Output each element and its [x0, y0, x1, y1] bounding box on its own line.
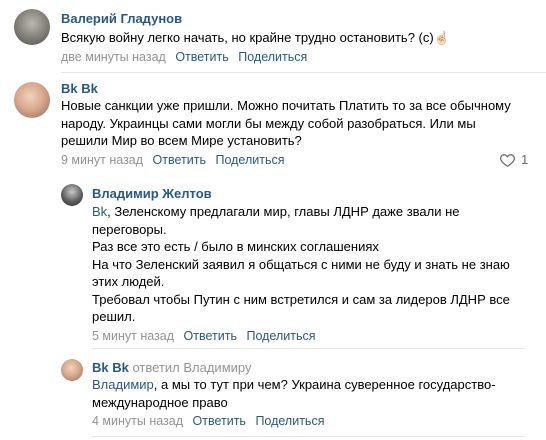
- comment-text: Bk, Зеленскому предлагали мир, главы ЛДН…: [92, 203, 510, 326]
- divider: [92, 436, 526, 437]
- replied-to-label: ответил Владимиру: [132, 360, 252, 375]
- reply-button[interactable]: Ответить: [153, 153, 206, 167]
- comment-author[interactable]: Владимир Желтов: [92, 186, 212, 201]
- comment-text-line: Всякую войну легко начать, но крайне тру…: [61, 30, 450, 45]
- comment-text-line: Новые санкции уже пришли. Можно почитать…: [61, 98, 511, 113]
- share-button[interactable]: Поделиться: [215, 153, 284, 167]
- comment-text-line: решили Мир во всем Мире установить?: [61, 133, 302, 148]
- share-button[interactable]: Поделиться: [246, 329, 315, 343]
- comment-text-line: На что Зеленский заявил я общаться с ним…: [92, 256, 510, 272]
- comment-meta: 5 минут назад Ответить Поделиться: [92, 329, 321, 343]
- comment-meta: 9 минут назад Ответить Поделиться: [61, 153, 290, 167]
- share-button[interactable]: Поделиться: [238, 50, 307, 64]
- comment-meta: две минуты назад Ответить Поделиться: [61, 50, 313, 64]
- comment-time[interactable]: 9 минут назад: [61, 153, 143, 167]
- comment-text: Всякую войну легко начать, но крайне тру…: [61, 29, 450, 47]
- reply: Bk Bk ответил Владимиру Владимир, а мы т…: [0, 350, 546, 440]
- comment-author[interactable]: Валерий Гладунов: [61, 11, 182, 26]
- comment-text: Новые санкции уже пришли. Можно почитать…: [61, 97, 511, 150]
- avatar[interactable]: [61, 359, 83, 381]
- reply: Владимир Желтов Bk, Зеленскому предлагал…: [0, 178, 546, 350]
- share-button[interactable]: Поделиться: [255, 414, 324, 428]
- comment-meta: 4 минуты назад Ответить Поделиться: [92, 414, 330, 428]
- comment-text-line: переговоры.: [92, 221, 167, 237]
- comment: Валерий Гладунов Всякую войну легко нача…: [0, 0, 546, 75]
- divider: [92, 348, 526, 349]
- mention-link[interactable]: Bk: [92, 204, 107, 219]
- comment-text: Владимир, а мы то тут при чем? Украина с…: [92, 376, 496, 411]
- comment-text-line: Bk, Зеленскому предлагали мир, главы ЛДН…: [92, 204, 460, 219]
- reply-button[interactable]: Ответить: [193, 414, 246, 428]
- comment-author[interactable]: Bk Bk: [61, 81, 98, 96]
- comment-time[interactable]: две минуты назад: [61, 50, 166, 64]
- comment-time[interactable]: 4 минуты назад: [92, 414, 183, 428]
- comment-author[interactable]: Bk Bk ответил Владимиру: [92, 360, 251, 375]
- divider: [61, 72, 546, 73]
- like-count: 1: [521, 152, 529, 167]
- reply-button[interactable]: Ответить: [175, 50, 228, 64]
- heart-outline-icon: [500, 153, 515, 167]
- avatar[interactable]: [14, 9, 50, 45]
- avatar[interactable]: [14, 82, 50, 118]
- comment: Bk Bk Новые санкции уже пришли. Можно по…: [0, 75, 546, 175]
- avatar[interactable]: [61, 184, 83, 206]
- like-button[interactable]: 1: [500, 152, 528, 167]
- comment-text-line: Раз все это есть / было в минских соглаш…: [92, 239, 379, 254]
- comment-text-line: решил.: [92, 309, 136, 324]
- comment-text-line: международное право: [92, 394, 228, 410]
- comment-text-line: Требовал чтобы Путин с ним встретился и …: [92, 291, 510, 307]
- mention-link[interactable]: Владимир: [92, 377, 154, 392]
- comment-time[interactable]: 5 минут назад: [92, 329, 174, 343]
- comment-text-line: этих людей.: [92, 274, 165, 289]
- comment-text-line: народу. Украинцы сами могли бы между соб…: [61, 115, 476, 131]
- reply-button[interactable]: Ответить: [184, 329, 237, 343]
- comment-text-line: Владимир, а мы то тут при чем? Украина с…: [92, 377, 496, 392]
